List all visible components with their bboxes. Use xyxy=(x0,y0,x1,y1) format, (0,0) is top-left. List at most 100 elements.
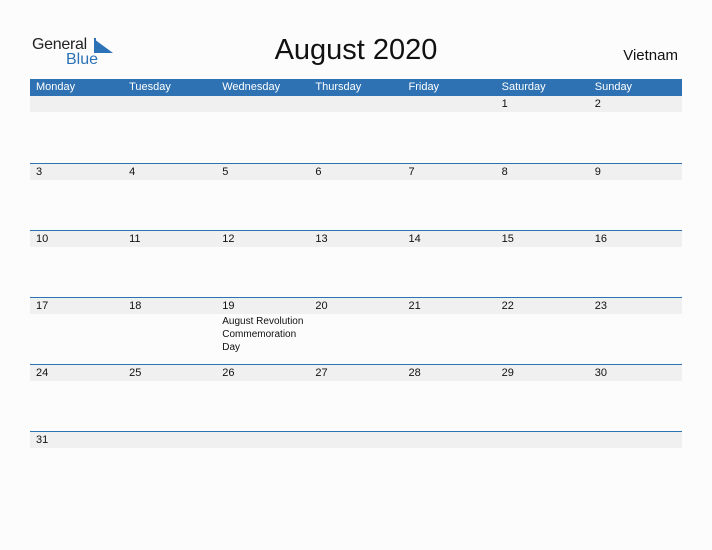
day-number: 22 xyxy=(501,300,514,312)
day-cell: 22 xyxy=(496,298,589,354)
day-number: 7 xyxy=(408,166,415,178)
day-cell: 21 xyxy=(403,298,496,354)
week-row: 12 xyxy=(30,96,682,163)
weekday-tuesday: Tuesday xyxy=(129,81,171,93)
country-label: Vietnam xyxy=(623,47,678,64)
day-number xyxy=(315,432,402,448)
day-cell: 6 xyxy=(309,164,402,180)
day-number: 11 xyxy=(129,233,141,245)
weekday-saturday: Saturday xyxy=(501,81,546,93)
day-number: 5 xyxy=(222,166,229,178)
day-cell: 12 xyxy=(216,231,309,247)
day-cell: 18 xyxy=(123,298,216,354)
day-cell: 25 xyxy=(123,365,216,381)
day-number: 2 xyxy=(594,98,601,110)
day-number: 23 xyxy=(594,300,607,312)
day-cell xyxy=(123,432,216,448)
day-cell xyxy=(309,432,402,448)
day-number xyxy=(129,432,216,448)
day-number xyxy=(502,432,589,448)
day-cell: 11 xyxy=(123,231,216,247)
week-row: 3 4 5 6 7 8 9 xyxy=(30,163,682,230)
day-number: 12 xyxy=(222,233,235,245)
day-cell: 26 xyxy=(216,365,309,381)
day-cell: 15 xyxy=(496,231,589,247)
day-number: 6 xyxy=(315,166,322,178)
day-number xyxy=(222,432,309,448)
day-cell: 17 xyxy=(30,298,123,354)
day-cell: 16 xyxy=(589,231,682,247)
day-number: 3 xyxy=(36,166,43,178)
week-row: 10 11 12 13 14 15 16 xyxy=(30,230,682,297)
day-cell: 4 xyxy=(123,164,216,180)
day-number: 4 xyxy=(129,166,136,178)
day-cell: 29 xyxy=(496,365,589,381)
day-number: 1 xyxy=(501,98,508,110)
day-cell: 3 xyxy=(30,164,123,180)
weekday-wednesday: Wednesday xyxy=(222,81,281,93)
weekday-header: Monday Tuesday Wednesday Thursday Friday… xyxy=(30,79,682,96)
day-number xyxy=(129,96,216,112)
day-cell xyxy=(589,432,682,448)
day-cell xyxy=(403,96,496,112)
day-number: 10 xyxy=(36,233,49,245)
day-cell: 9 xyxy=(589,164,682,180)
calendar-grid: Monday Tuesday Wednesday Thursday Friday… xyxy=(30,79,682,498)
day-number xyxy=(409,96,496,112)
day-cell xyxy=(309,96,402,112)
day-number: 29 xyxy=(501,367,514,379)
day-number xyxy=(595,432,682,448)
day-number: 26 xyxy=(222,367,235,379)
day-number: 30 xyxy=(594,367,607,379)
weekday-thursday: Thursday xyxy=(315,81,362,93)
week-row: 31 xyxy=(30,431,682,498)
day-number: 9 xyxy=(594,166,601,178)
week-row: 24 25 26 27 28 29 30 xyxy=(30,364,682,431)
day-cell: 20 xyxy=(309,298,402,354)
day-number: 17 xyxy=(36,300,49,312)
day-number xyxy=(315,96,402,112)
weekday-monday: Monday xyxy=(36,81,76,93)
day-cell xyxy=(30,96,123,112)
day-number xyxy=(222,96,309,112)
day-cell: 5 xyxy=(216,164,309,180)
day-cell: 14 xyxy=(403,231,496,247)
day-cell xyxy=(216,96,309,112)
day-cell: 13 xyxy=(309,231,402,247)
day-number: 25 xyxy=(129,367,142,379)
day-cell: 28 xyxy=(403,365,496,381)
day-number xyxy=(36,96,123,112)
day-cell xyxy=(496,432,589,448)
day-cell: 27 xyxy=(309,365,402,381)
day-cell: 7 xyxy=(403,164,496,180)
day-cell: 8 xyxy=(496,164,589,180)
day-cell: 31 xyxy=(30,432,123,448)
day-cell xyxy=(216,432,309,448)
day-number: 18 xyxy=(129,300,142,312)
day-cell: 2 xyxy=(589,96,682,112)
day-number: 15 xyxy=(501,233,514,245)
day-number: 13 xyxy=(315,233,328,245)
day-number: 19 xyxy=(222,300,235,312)
day-number: 28 xyxy=(408,367,421,379)
calendar-title: August 2020 xyxy=(274,34,438,66)
day-cell: 10 xyxy=(30,231,123,247)
day-number: 8 xyxy=(501,166,508,178)
day-number: 14 xyxy=(408,233,421,245)
day-cell xyxy=(123,96,216,112)
day-number: 21 xyxy=(408,300,421,312)
day-cell: 23 xyxy=(589,298,682,354)
day-number: 24 xyxy=(36,367,49,379)
day-cell: 1 xyxy=(496,96,589,112)
day-cell: 24 xyxy=(30,365,123,381)
weekday-friday: Friday xyxy=(408,81,440,93)
weekday-sunday: Sunday xyxy=(594,81,633,93)
holiday-event: August Revolution Commemoration Day xyxy=(222,316,304,353)
weeks-container: 1 2 3 4 5 6 7 8 9 10 11 12 13 14 15 16 17 18 19 August Revo… xyxy=(30,96,682,498)
week-row: 17 18 19 August Revolution Commemoration Da… xyxy=(30,297,682,364)
day-cell: 19 August Revolution Commemoration Day xyxy=(216,298,309,354)
day-cell: 30 xyxy=(589,365,682,381)
day-number: 27 xyxy=(315,367,328,379)
day-number: 20 xyxy=(315,300,328,312)
day-number: 31 xyxy=(36,434,49,446)
